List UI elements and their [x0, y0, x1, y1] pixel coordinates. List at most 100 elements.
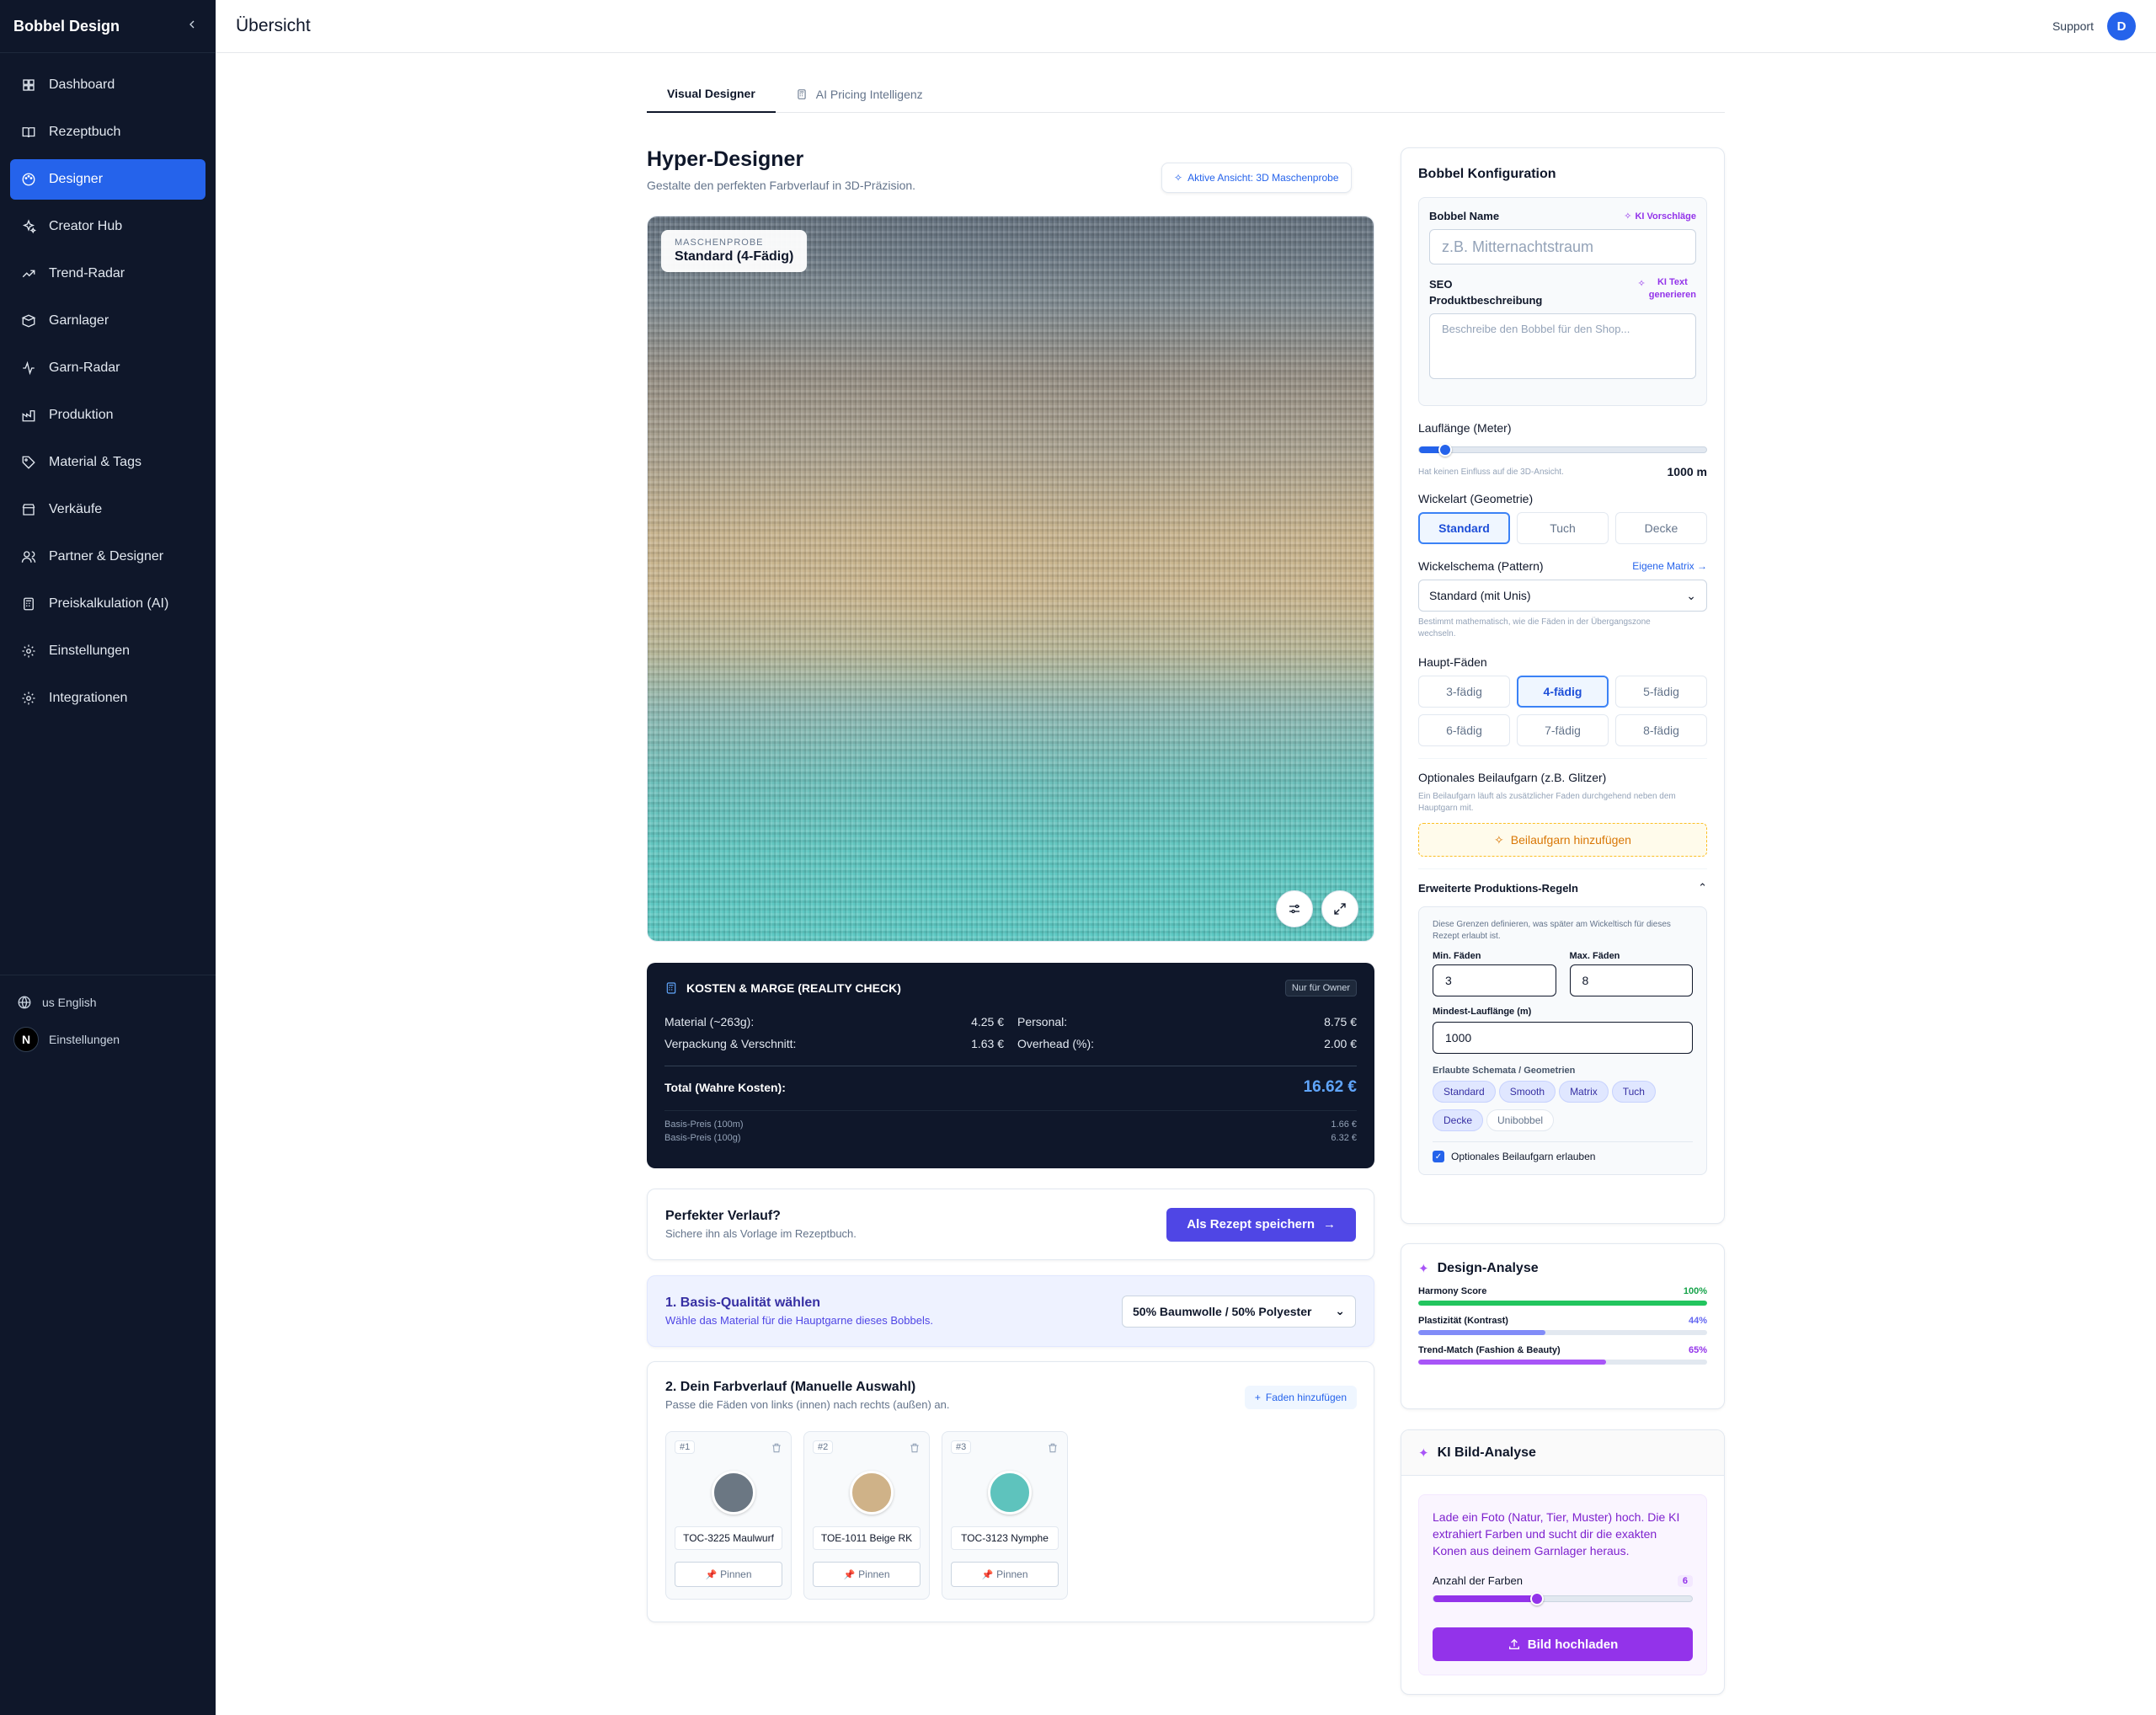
sidebar-item-partner-designer[interactable]: Partner & Designer: [10, 537, 205, 577]
schema-chip[interactable]: Unibobbel: [1486, 1109, 1555, 1131]
allow-beilauf-checkbox[interactable]: ✓: [1433, 1151, 1444, 1162]
sidebar-item-rezeptbuch[interactable]: Rezeptbuch: [10, 112, 205, 152]
faeden-option[interactable]: 6-fädig: [1418, 714, 1510, 746]
sidebar-item-produktion[interactable]: Produktion: [10, 395, 205, 435]
analysis-title: ✦ Design-Analyse: [1418, 1261, 1707, 1276]
seo-textarea[interactable]: Beschreibe den Bobbel für den Shop...: [1429, 313, 1696, 379]
trash-icon: [772, 1443, 781, 1453]
chevron-down-icon: ⌄: [1686, 588, 1696, 602]
prod-rules-toggle[interactable]: Erweiterte Produktions-Regeln ⌃: [1418, 881, 1707, 895]
pin-yarn-button[interactable]: 📌 Pinnen: [675, 1562, 782, 1587]
bobbel-name-input[interactable]: z.B. Mitternachtstraum: [1429, 229, 1696, 264]
basis-subtitle: Wähle das Material für die Hauptgarne di…: [665, 1314, 933, 1327]
custom-matrix-link[interactable]: Eigene Matrix →: [1632, 560, 1707, 572]
wickelart-option[interactable]: Decke: [1615, 512, 1707, 544]
fullscreen-button[interactable]: [1321, 890, 1358, 927]
add-thread-button[interactable]: + Faden hinzufügen: [1244, 1386, 1357, 1409]
knit-preview[interactable]: MASCHENPROBE Standard (4-Fädig): [647, 216, 1374, 942]
ki-text-button[interactable]: ✧ KI Text generieren: [1638, 276, 1696, 302]
sidebar-item-designer[interactable]: Designer: [10, 159, 205, 200]
pin-yarn-button[interactable]: 📌 Pinnen: [813, 1562, 921, 1587]
allow-beilauf-label: Optionales Beilaufgarn erlauben: [1451, 1151, 1596, 1162]
schemata-chips: Standard Smooth Matrix Tuch Decke Unibobbel: [1433, 1081, 1693, 1138]
yarn-select[interactable]: TOC-3225 Maulwurf: [675, 1526, 782, 1550]
sidebar-item-dashboard[interactable]: Dashboard: [10, 65, 205, 105]
sidebar-item-material-tags[interactable]: Material & Tags: [10, 442, 205, 483]
length-slider[interactable]: [1418, 443, 1707, 457]
upload-image-button[interactable]: Bild hochladen: [1433, 1627, 1693, 1661]
sidebar-item-preiskalkulation-ai[interactable]: Preiskalkulation (AI): [10, 584, 205, 624]
beilauf-note-1: Ein Beilaufgarn läuft als zusätzlicher F…: [1418, 792, 1676, 801]
trash-icon: [1049, 1443, 1057, 1453]
analysis-row: Harmony Score 100%: [1418, 1286, 1707, 1306]
sidebar-item-label: Dashboard: [49, 77, 115, 92]
sidebar-item-trend-radar[interactable]: Trend-Radar: [10, 254, 205, 294]
yarn-select[interactable]: TOC-3123 Nymphe: [951, 1526, 1059, 1550]
add-beilauf-button[interactable]: ✧ Beilaufgarn hinzufügen: [1418, 823, 1707, 857]
calculator-icon: [666, 982, 676, 994]
analysis-label: Plastizität (Kontrast): [1418, 1316, 1508, 1326]
min-threads-input[interactable]: 3: [1433, 964, 1556, 996]
pin-yarn-button[interactable]: 📌 Pinnen: [951, 1562, 1059, 1587]
yarn-color-swatch[interactable]: [988, 1471, 1032, 1515]
cost-row: Personal: 8.75 €: [1017, 1015, 1357, 1028]
avatar[interactable]: D: [2107, 12, 2136, 40]
save-recipe-button[interactable]: Als Rezept speichern →: [1166, 1207, 1356, 1242]
yarn-color-swatch[interactable]: [712, 1471, 755, 1515]
sidebar-item-einstellungen[interactable]: Einstellungen: [10, 631, 205, 671]
collapse-sidebar-button[interactable]: [182, 17, 202, 36]
tab-ai-pricing[interactable]: AI Pricing Intelligenz: [776, 76, 943, 113]
sidebar-item-label: Partner & Designer: [49, 549, 164, 564]
gear-icon: [20, 690, 37, 707]
wickelart-option[interactable]: Tuch: [1517, 512, 1609, 544]
prod-label: Erweiterte Produktions-Regeln: [1418, 881, 1578, 895]
base-quality-select[interactable]: 50% Baumwolle / 50% Polyester ⌄: [1122, 1295, 1356, 1328]
schema-chip[interactable]: Smooth: [1498, 1081, 1556, 1103]
sidebar-item-verkäufe[interactable]: Verkäufe: [10, 489, 205, 530]
active-view-toggle[interactable]: ✧ Aktive Ansicht: 3D Maschenprobe: [1161, 163, 1352, 193]
wickelart-option[interactable]: Standard: [1418, 512, 1510, 544]
sidebar-item-garn-radar[interactable]: Garn-Radar: [10, 348, 205, 388]
yarn-number: #3: [951, 1440, 972, 1454]
sidebar-item-creator-hub[interactable]: Creator Hub: [10, 206, 205, 247]
color-count-slider[interactable]: [1433, 1592, 1693, 1605]
yarn-select[interactable]: TOE-1011 Beige RK: [813, 1526, 921, 1550]
length-slider-thumb[interactable]: [1438, 443, 1452, 457]
yarn-color-swatch[interactable]: [850, 1471, 894, 1515]
delete-yarn-button[interactable]: [771, 1442, 782, 1454]
color-count-thumb[interactable]: [1529, 1592, 1544, 1605]
sidebar-item-garnlager[interactable]: Garnlager: [10, 301, 205, 341]
schema-chip[interactable]: Decke: [1433, 1109, 1484, 1131]
dashboard-icon: [20, 77, 37, 93]
support-link[interactable]: Support: [2052, 19, 2094, 33]
pin-icon: 📌: [981, 1569, 994, 1580]
footer-settings[interactable]: N Einstellungen: [13, 1027, 199, 1052]
schema-chip[interactable]: Matrix: [1559, 1081, 1609, 1103]
faeden-option[interactable]: 4-fädig: [1517, 676, 1609, 708]
analysis-row: Trend-Match (Fashion & Beauty) 65%: [1418, 1345, 1707, 1365]
faeden-option[interactable]: 7-fädig: [1517, 714, 1609, 746]
ki-suggest-button[interactable]: ✧ KI Vorschläge: [1624, 211, 1696, 222]
schema-select[interactable]: Standard (mit Unis) ⌄: [1418, 580, 1707, 612]
allow-beilauf-row[interactable]: ✓ Optionales Beilaufgarn erlauben: [1433, 1141, 1693, 1162]
tab-visual-designer[interactable]: Visual Designer: [647, 76, 776, 113]
delete-yarn-button[interactable]: [909, 1442, 921, 1454]
faeden-option[interactable]: 5-fädig: [1615, 676, 1707, 708]
pin-label: Pinnen: [720, 1568, 752, 1580]
adjust-view-button[interactable]: [1276, 890, 1313, 927]
faeden-option[interactable]: 3-fädig: [1418, 676, 1510, 708]
max-threads-input[interactable]: 8: [1569, 964, 1693, 996]
schema-chip[interactable]: Standard: [1433, 1081, 1496, 1103]
delete-yarn-button[interactable]: [1047, 1442, 1059, 1454]
base-prices: Basis-Preis (100m) 1.66 € Basis-Preis (10…: [664, 1110, 1357, 1143]
language-switch[interactable]: us English: [17, 992, 199, 1012]
faeden-option[interactable]: 8-fädig: [1615, 714, 1707, 746]
analysis-bar: [1418, 1301, 1707, 1306]
cost-total: Total (Wahre Kosten): 16.62 €: [664, 1077, 1357, 1098]
schema-section: Wickelschema (Pattern) Eigene Matrix → S…: [1418, 559, 1707, 640]
sidebar-item-integrationen[interactable]: Integrationen: [10, 678, 205, 719]
owner-badge: Nur für Owner: [1284, 980, 1357, 996]
analysis-title-text: Design-Analyse: [1437, 1261, 1539, 1275]
schema-chip[interactable]: Tuch: [1611, 1081, 1656, 1103]
min-length-input[interactable]: 1000: [1433, 1022, 1693, 1054]
